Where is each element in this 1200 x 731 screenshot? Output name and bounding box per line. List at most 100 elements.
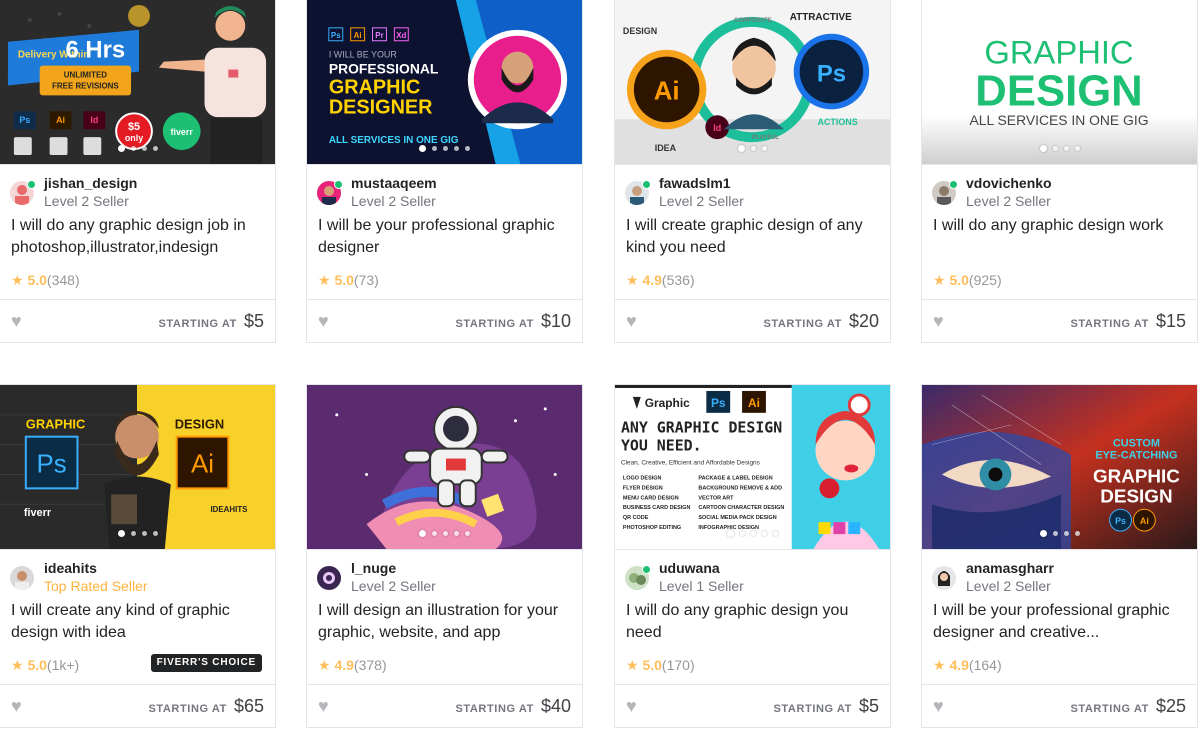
rating: ★ 5.0(925) <box>922 269 1197 299</box>
ps-icon: Ps <box>19 115 30 125</box>
heart-icon[interactable]: ♥ <box>626 697 637 715</box>
price[interactable]: $20 <box>849 311 879 332</box>
heart-icon[interactable]: ♥ <box>626 312 637 330</box>
star-icon: ★ <box>626 657 639 673</box>
gig-title[interactable]: I will be your professional graphic desi… <box>307 215 582 269</box>
gig-card[interactable]: CUSTOM EYE-CATCHING GRAPHIC DESIGN Ps Ai… <box>921 384 1198 728</box>
rating-count: (925) <box>968 272 1002 288</box>
card-footer: ♥ STARTING AT $10 <box>307 299 582 342</box>
avatar[interactable] <box>317 566 341 590</box>
gig-card[interactable]: Graphic Ps Ai ANY GRAPHIC DESIGN YOU NEE… <box>614 384 891 728</box>
heart-icon[interactable]: ♥ <box>933 697 944 715</box>
svg-text:ANY GRAPHIC DESIGN: ANY GRAPHIC DESIGN <box>621 419 782 437</box>
gig-card[interactable]: l_nuge Level 2 Seller I will design an i… <box>306 384 583 728</box>
id-icon: Id <box>713 123 721 133</box>
svg-text:$5: $5 <box>128 121 140 133</box>
gig-title[interactable]: I will do any graphic design you need <box>615 600 890 654</box>
price[interactable]: $15 <box>1156 311 1186 332</box>
price[interactable]: $25 <box>1156 696 1186 717</box>
star-icon: ★ <box>318 272 331 288</box>
gig-card[interactable]: Delivery Within 6 Hrs UNLIMITED FREE REV… <box>0 0 276 343</box>
gig-card[interactable]: Ps Ai Pr Xd I WILL BE YOUR PROFESSIONAL … <box>306 0 583 343</box>
rating-count: (73) <box>353 272 379 288</box>
gig-image: Graphic Ps Ai ANY GRAPHIC DESIGN YOU NEE… <box>615 385 890 549</box>
gig-thumbnail[interactable]: Graphic Ps Ai ANY GRAPHIC DESIGN YOU NEE… <box>615 385 890 550</box>
ps-icon: Ps <box>37 450 67 478</box>
seller-name[interactable]: uduwana <box>659 560 880 576</box>
svg-text:DESIGN: DESIGN <box>1100 485 1172 506</box>
card-footer: ♥ STARTING AT $25 <box>922 684 1197 727</box>
gig-thumbnail[interactable]: Ps Ai Pr Xd I WILL BE YOUR PROFESSIONAL … <box>307 0 582 165</box>
gig-thumbnail[interactable]: GRAPHIC DESIGN ALL SERVICES IN ONE GIG <box>922 0 1197 165</box>
svg-text:QR CODE: QR CODE <box>623 515 649 521</box>
price[interactable]: $5 <box>859 696 879 717</box>
seller-name[interactable]: mustaaqeem <box>351 175 572 191</box>
seller-name[interactable]: jishan_design <box>44 175 265 191</box>
gig-title[interactable]: I will design an illustration for your g… <box>307 600 582 654</box>
heart-icon[interactable]: ♥ <box>11 697 22 715</box>
carousel-dots[interactable] <box>0 145 275 152</box>
price[interactable]: $10 <box>541 311 571 332</box>
svg-text:ALL SERVICES IN ONE GIG: ALL SERVICES IN ONE GIG <box>329 135 459 146</box>
svg-text:only: only <box>125 133 143 143</box>
seller-level: Level 2 Seller <box>351 193 436 209</box>
star-icon: ★ <box>11 657 24 673</box>
rating: ★ 4.9(378) <box>307 654 582 684</box>
ai-icon: Ai <box>191 450 214 478</box>
seller-name[interactable]: vdovichenko <box>966 175 1187 191</box>
avatar[interactable] <box>932 566 956 590</box>
star-icon: ★ <box>933 272 946 288</box>
rating-score: 5.0 <box>642 657 662 673</box>
heart-icon[interactable]: ♥ <box>11 312 22 330</box>
gig-thumbnail[interactable]: GRAPHIC DESIGN Ps Ai fiverr IDEAHITS <box>0 385 275 550</box>
rating: ★ 4.9(164) <box>922 654 1197 684</box>
svg-text:CORPORATE: CORPORATE <box>734 18 772 24</box>
gig-thumbnail[interactable] <box>307 385 582 550</box>
gig-title[interactable]: I will create graphic design of any kind… <box>615 215 890 269</box>
seller-name[interactable]: ideahits <box>44 560 265 576</box>
seller-level: Level 2 Seller <box>351 578 436 594</box>
gig-card[interactable]: Ai Ps Id DESIGN CORPORATE ATTRACTIVE PLA… <box>614 0 891 343</box>
carousel-dots[interactable] <box>0 530 275 537</box>
svg-text:PLAYFUL: PLAYFUL <box>752 135 779 141</box>
gig-card[interactable]: GRAPHIC DESIGN Ps Ai fiverr IDEAHITS ide… <box>0 384 276 728</box>
svg-text:ALL SERVICES IN ONE GIG: ALL SERVICES IN ONE GIG <box>970 112 1149 128</box>
price[interactable]: $5 <box>244 311 264 332</box>
gig-title[interactable]: I will do any graphic design job in phot… <box>0 215 275 269</box>
gig-thumbnail[interactable]: CUSTOM EYE-CATCHING GRAPHIC DESIGN Ps Ai <box>922 385 1197 550</box>
heart-icon[interactable]: ♥ <box>318 312 329 330</box>
gig-title[interactable]: I will create any kind of graphic design… <box>0 600 275 654</box>
rating-score: 5.0 <box>27 272 47 288</box>
carousel-dots[interactable] <box>615 530 890 537</box>
svg-text:GRAPHIC: GRAPHIC <box>329 76 421 98</box>
card-footer: ♥ STARTING AT $65 <box>0 684 275 727</box>
carousel-dots[interactable] <box>307 530 582 537</box>
gig-title[interactable]: I will be your professional graphic desi… <box>922 600 1197 654</box>
carousel-dots[interactable] <box>615 145 890 152</box>
gig-image: Ai Ps Id DESIGN CORPORATE ATTRACTIVE PLA… <box>615 0 890 164</box>
svg-text:IDEAHITS: IDEAHITS <box>210 505 247 514</box>
seller-name[interactable]: l_nuge <box>351 560 572 576</box>
seller-name[interactable]: fawadslm1 <box>659 175 880 191</box>
price[interactable]: $65 <box>234 696 264 717</box>
price[interactable]: $40 <box>541 696 571 717</box>
carousel-dots[interactable] <box>307 145 582 152</box>
rating-count: (378) <box>353 657 387 673</box>
rating: ★ 5.0(1k+) FIVERR'S CHOICE <box>0 654 275 684</box>
avatar[interactable] <box>10 566 34 590</box>
gig-thumbnail[interactable]: Ai Ps Id DESIGN CORPORATE ATTRACTIVE PLA… <box>615 0 890 165</box>
gig-title[interactable]: I will do any graphic design work <box>922 215 1197 269</box>
gig-card[interactable]: GRAPHIC DESIGN ALL SERVICES IN ONE GIG v… <box>921 0 1198 343</box>
rating-count: (1k+) <box>46 657 80 673</box>
price-label: STARTING AT <box>158 317 237 330</box>
seller-name[interactable]: anamasgharr <box>966 560 1187 576</box>
carousel-dots[interactable] <box>922 530 1197 537</box>
seller-level: Top Rated Seller <box>44 578 148 594</box>
svg-text:BACKGROUND REMOVE & ADD: BACKGROUND REMOVE & ADD <box>698 485 782 491</box>
gig-thumbnail[interactable]: Delivery Within 6 Hrs UNLIMITED FREE REV… <box>0 0 275 165</box>
online-indicator <box>27 180 36 189</box>
carousel-dots[interactable] <box>922 145 1197 152</box>
rating-score: 4.9 <box>334 657 354 673</box>
heart-icon[interactable]: ♥ <box>318 697 329 715</box>
heart-icon[interactable]: ♥ <box>933 312 944 330</box>
